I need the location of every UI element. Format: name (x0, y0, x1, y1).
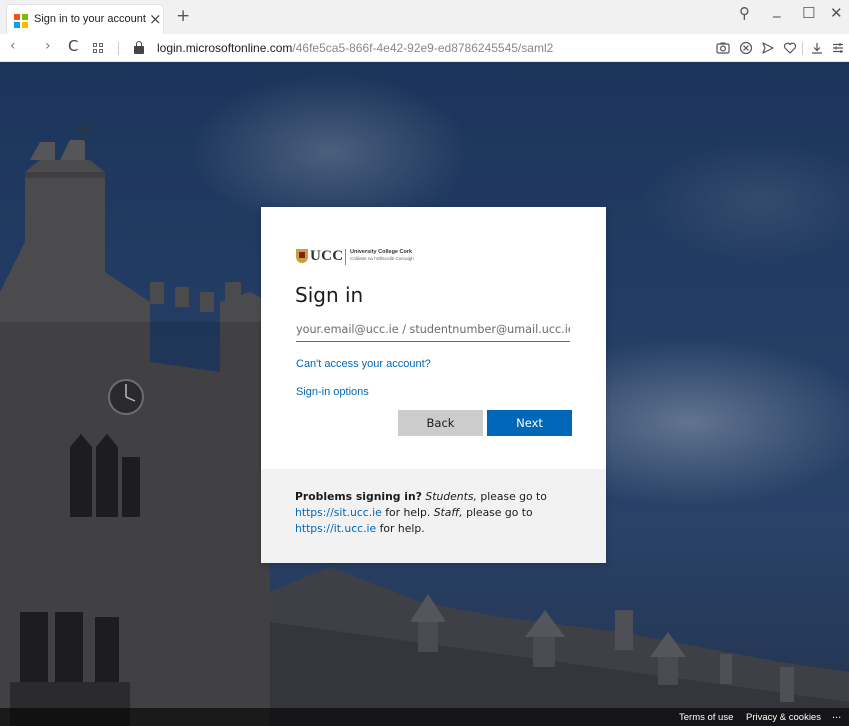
help-students-label: Students, (425, 490, 477, 503)
minimize-icon[interactable]: _ (773, 0, 781, 18)
microsoft-favicon-icon (14, 14, 28, 28)
back-button[interactable]: Back (398, 410, 483, 436)
logo-wordmark: UCC (310, 248, 344, 264)
heart-icon[interactable] (783, 41, 797, 55)
browser-tab-bar: Sign in to your account × + ⚲ _ ☐ ✕ (0, 0, 849, 34)
help-students-text: please go to (476, 490, 547, 503)
new-tab-button[interactable]: + (176, 6, 190, 26)
page-footer: Terms of use Privacy & cookies ... (0, 708, 849, 726)
email-input[interactable] (296, 318, 570, 342)
forward-arrow-icon[interactable]: › (45, 38, 51, 54)
tab-close-icon[interactable]: × (149, 10, 162, 28)
ucc-crest-icon (296, 249, 308, 263)
back-arrow-icon[interactable]: ‹ (10, 38, 16, 54)
send-icon[interactable] (761, 41, 775, 55)
url-field[interactable]: login.microsoftonline.com/46fe5ca5-866f-… (157, 41, 553, 55)
url-host: login.microsoftonline.com (157, 41, 293, 55)
logo-irish-name: Coláiste na hOllscoile Corcaigh (350, 256, 414, 261)
browser-search-icon[interactable]: ⚲ (739, 4, 750, 22)
toolbar-separator (118, 42, 119, 55)
tab-title: Sign in to your account (34, 13, 146, 25)
staff-help-link[interactable]: https://it.ucc.ie (295, 522, 376, 535)
reload-icon[interactable]: C (68, 37, 78, 55)
help-staff-text: please go to (462, 506, 533, 519)
adblock-icon[interactable] (739, 41, 753, 55)
url-path: /46fe5ca5-866f-4e42-92e9-ed8786245545/sa… (292, 41, 554, 55)
page-title: Sign in (295, 283, 364, 307)
toolbar-separator (802, 42, 803, 55)
terms-of-use-link[interactable]: Terms of use (679, 712, 733, 723)
maximize-icon[interactable]: ☐ (802, 4, 815, 22)
close-window-icon[interactable]: ✕ (830, 4, 843, 22)
sign-in-card: UCC University College Cork Coláiste na … (261, 207, 606, 563)
students-help-link[interactable]: https://sit.ucc.ie (295, 506, 382, 519)
download-icon[interactable] (810, 41, 824, 55)
sign-in-options-link[interactable]: Sign-in options (296, 386, 369, 398)
help-staff-label: Staff, (433, 506, 463, 519)
address-bar: ‹ › C login.microsoftonline.com/46fe5ca5… (0, 34, 849, 62)
logo-name: University College Cork (350, 249, 413, 255)
camera-icon[interactable] (716, 41, 730, 55)
help-students-tail: for help. (381, 506, 434, 519)
logo-divider (345, 249, 346, 265)
help-panel: Problems signing in? Students, please go… (261, 469, 606, 563)
more-options-icon[interactable]: ... (832, 709, 841, 721)
help-staff-tail: for help. (376, 522, 425, 535)
privacy-cookies-link[interactable]: Privacy & cookies (746, 712, 821, 723)
next-button[interactable]: Next (487, 410, 572, 436)
browser-tab[interactable]: Sign in to your account × (6, 4, 164, 34)
apps-grid-icon[interactable] (93, 43, 103, 53)
help-text: Problems signing in? Students, please go… (295, 489, 580, 537)
cant-access-account-link[interactable]: Can't access your account? (296, 358, 431, 370)
menu-icon[interactable] (831, 41, 845, 55)
page-background: UCC University College Cork Coláiste na … (0, 62, 849, 726)
ucc-logo: UCC University College Cork Coláiste na … (296, 247, 426, 269)
lock-icon[interactable] (134, 41, 144, 54)
help-heading: Problems signing in? (295, 490, 422, 503)
